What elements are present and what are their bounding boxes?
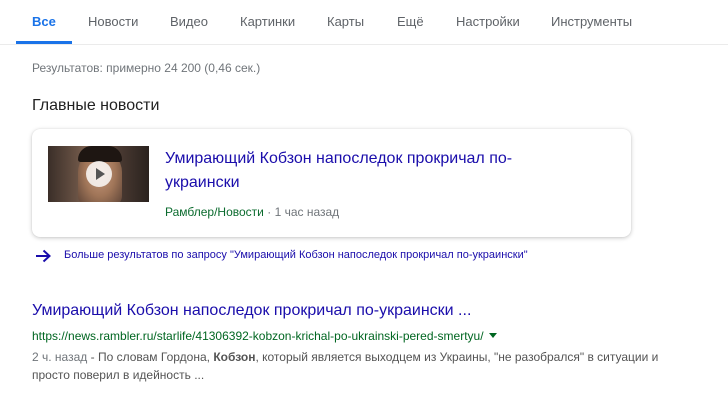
tab-images[interactable]: Картинки (240, 14, 295, 29)
tab-all[interactable]: Все (32, 14, 56, 29)
tab-tools[interactable]: Инструменты (551, 14, 632, 29)
active-tab-indicator (16, 41, 72, 44)
result-url: https://news.rambler.ru/starlife/4130639… (32, 329, 497, 343)
arrow-right-icon (36, 249, 51, 263)
meta-separator: · (267, 205, 272, 219)
result-url-text: https://news.rambler.ru/starlife/4130639… (32, 329, 484, 343)
more-results-text: Больше результатов по запросу "Умирающий… (64, 249, 528, 261)
snippet-text-1: По словам Гордона, (97, 350, 214, 364)
tab-video[interactable]: Видео (170, 14, 208, 29)
snippet-highlight: Кобзон (213, 350, 256, 364)
top-story-card[interactable]: Умирающий Кобзон напоследок прокричал по… (32, 129, 631, 237)
tab-settings[interactable]: Настройки (456, 14, 520, 29)
tab-news[interactable]: Новости (88, 14, 138, 29)
result-title-link[interactable]: Умирающий Кобзон напоследок прокричал по… (32, 302, 471, 320)
story-thumbnail[interactable] (48, 146, 149, 202)
tab-more[interactable]: Ещё (397, 14, 424, 29)
story-time: 1 час назад (274, 205, 340, 219)
story-title[interactable]: Умирающий Кобзон напоследок прокричал по… (165, 147, 585, 195)
search-tabs: Все Новости Видео Картинки Карты Ещё Нас… (0, 0, 728, 45)
story-source: Рамблер/Новости (165, 205, 264, 219)
thumbnail-hair (78, 146, 122, 162)
play-icon[interactable] (86, 161, 112, 187)
result-snippet: 2 ч. назад - По словам Гордона, Кобзон, … (32, 348, 672, 384)
result-stats: Результатов: примерно 24 200 (0,46 сек.) (32, 61, 261, 75)
snippet-dash: - (87, 350, 98, 364)
snippet-date: 2 ч. назад (32, 350, 88, 364)
caret-down-icon[interactable] (488, 333, 497, 339)
tab-maps[interactable]: Карты (327, 14, 364, 29)
story-meta: Рамблер/Новости · 1 час назад (165, 205, 339, 219)
top-stories-heading: Главные новости (32, 97, 160, 114)
